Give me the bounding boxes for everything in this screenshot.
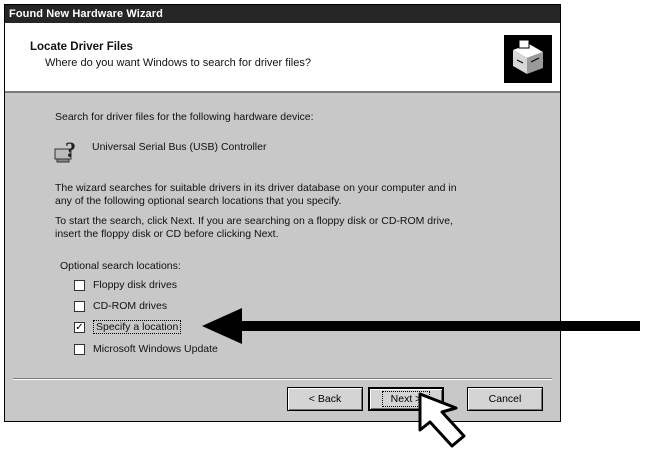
specify-location-checkbox[interactable] [74,321,85,333]
wizard-description-line2: any of the following optional search loc… [55,195,342,207]
found-new-hardware-wizard-dialog: Found New Hardware Wizard Locate Driver … [4,4,561,422]
arrow-pointer-icon [202,308,640,344]
wizard-header: Locate Driver Files Where do you want Wi… [5,23,560,93]
specify-location-label: Specify a location [93,320,182,334]
back-button[interactable]: < Back [287,387,363,411]
windows-update-checkbox[interactable] [74,343,85,355]
hardware-wizard-icon [504,35,552,83]
cdrom-label: CD-ROM drives [93,300,168,312]
option-cd-rom-drives[interactable]: CD-ROM drives [74,299,167,313]
hand-cursor-icon [418,392,466,448]
device-name: Universal Serial Bus (USB) Controller [92,141,267,153]
wizard-description-line1: The wizard searches for suitable drivers… [55,182,457,194]
intro-text: Search for driver files for the followin… [55,111,314,123]
floppy-label: Floppy disk drives [93,279,178,291]
window-title: Found New Hardware Wizard [5,5,560,23]
floppy-checkbox[interactable] [74,279,85,291]
svg-text:?: ? [65,137,76,162]
start-instructions-line2: insert the floppy disk or CD before clic… [55,228,279,240]
option-specify-location[interactable]: Specify a location [74,320,182,334]
cdrom-checkbox[interactable] [74,300,85,312]
header-subtitle: Where do you want Windows to search for … [45,57,311,69]
option-windows-update[interactable]: Microsoft Windows Update [74,342,218,356]
unknown-device-question-icon: ? [53,135,83,165]
header-title: Locate Driver Files [30,41,133,53]
optional-locations-label: Optional search locations: [60,260,181,272]
windows-update-label: Microsoft Windows Update [93,343,218,355]
option-floppy-disk-drives[interactable]: Floppy disk drives [74,278,177,292]
footer-separator [13,378,552,380]
start-instructions-line1: To start the search, click Next. If you … [55,215,453,227]
